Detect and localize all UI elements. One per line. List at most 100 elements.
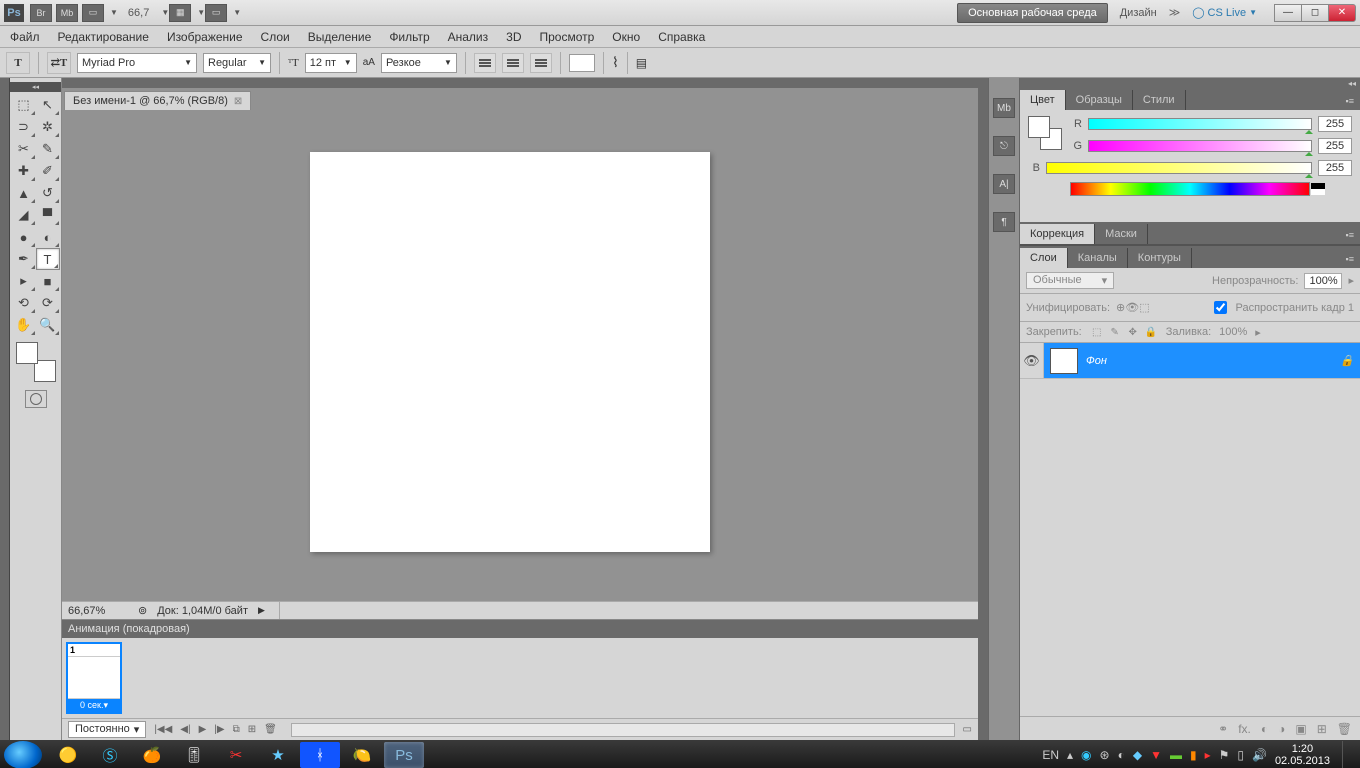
panel-collapse-bar[interactable]: ◂◂ [1020, 78, 1360, 88]
align-right-button[interactable] [530, 53, 552, 73]
tab-masks[interactable]: Маски [1095, 224, 1148, 244]
animation-scrollbar[interactable] [291, 723, 955, 737]
font-size-dropdown[interactable]: 12 пт▼ [305, 53, 357, 73]
opacity-input[interactable]: 100% [1304, 273, 1342, 289]
type-tool[interactable]: T [36, 248, 60, 270]
taskbar-fl-icon[interactable]: 🍋 [342, 742, 382, 768]
r-slider[interactable] [1088, 118, 1312, 130]
tray-icon[interactable]: ◐ [1118, 748, 1125, 762]
chevron-down-icon[interactable]: ▼ [197, 8, 205, 17]
blur-tool[interactable]: ● [12, 226, 36, 248]
toolbox-header[interactable] [10, 82, 61, 92]
toolbox-collapse-strip[interactable] [0, 78, 10, 740]
status-doc-size[interactable]: Док: 1,04M/0 байт [157, 605, 248, 617]
tray-icon[interactable]: ⚑ [1219, 748, 1230, 762]
chevron-down-icon[interactable]: ▼ [110, 8, 118, 17]
tray-icon[interactable]: ▼ [1150, 748, 1162, 762]
cslive-button[interactable]: ◯CS Live▼ [1184, 6, 1265, 19]
path-select-tool[interactable]: ▸ [12, 270, 36, 292]
zoom-tool[interactable]: 🔍 [36, 314, 60, 336]
character-panel-icon[interactable]: ▤ [636, 56, 647, 70]
pen-tool[interactable]: ✒ [12, 248, 36, 270]
shape-tool[interactable]: ■ [36, 270, 60, 292]
menu-file[interactable]: Файл [10, 30, 40, 44]
taskbar-photoshop-icon[interactable]: Ps [384, 742, 424, 768]
quick-select-tool[interactable]: ✲ [36, 116, 60, 138]
hand-tool[interactable]: ✋ [12, 314, 36, 336]
layer-group-icon[interactable]: ▣ [1295, 722, 1306, 736]
minibridge-dock-icon[interactable]: Mb [993, 98, 1015, 118]
align-left-button[interactable] [474, 53, 496, 73]
timeline-mode-button[interactable]: ▭ [963, 724, 972, 735]
paragraph-dock-icon[interactable]: ¶ [993, 212, 1015, 232]
menu-window[interactable]: Окно [612, 30, 640, 44]
adjustment-layer-icon[interactable]: ◑ [1278, 722, 1285, 736]
chevron-down-icon[interactable]: ▼ [233, 8, 241, 17]
tray-icon[interactable]: ◉ [1081, 748, 1091, 762]
b-slider[interactable] [1046, 162, 1312, 174]
fill-flyout-icon[interactable]: ▸ [1255, 326, 1261, 339]
history-brush-tool[interactable]: ↺ [36, 182, 60, 204]
canvas-viewport[interactable] [62, 110, 978, 601]
tray-lang[interactable]: EN [1042, 748, 1059, 762]
next-frame-button[interactable]: |▶ [214, 724, 224, 735]
3d-tool[interactable]: ⟲ [12, 292, 36, 314]
taskbar-flstudio-icon[interactable]: 🍊 [132, 742, 172, 768]
lock-transparency-icon[interactable]: ⬚ [1090, 325, 1104, 339]
delete-layer-icon[interactable]: 🗑 [1337, 722, 1352, 736]
extras-icon[interactable]: ▭ [205, 4, 227, 22]
font-family-dropdown[interactable]: Myriad Pro▼ [77, 53, 197, 73]
lock-all-icon[interactable]: 🔒 [1144, 325, 1158, 339]
new-layer-icon[interactable]: ⊞ [1317, 722, 1327, 736]
unify-visibility-icon[interactable]: 👁 [1125, 302, 1139, 314]
unify-style-icon[interactable]: ⬚ [1139, 302, 1149, 314]
minibridge-icon[interactable]: Mb [56, 4, 78, 22]
taskbar-chrome-icon[interactable]: 🟡 [48, 742, 88, 768]
menu-analysis[interactable]: Анализ [448, 30, 489, 44]
propagate-frame-checkbox[interactable] [1214, 301, 1227, 314]
gradient-tool[interactable]: ▀ [36, 204, 60, 226]
animation-frame[interactable]: 1 0 сек.▾ [66, 642, 122, 714]
b-value[interactable]: 255 [1318, 160, 1352, 176]
link-layers-icon[interactable]: ⚭ [1218, 722, 1228, 736]
layer-fx-icon[interactable]: fx. [1238, 722, 1251, 736]
menu-filter[interactable]: Фильтр [389, 30, 429, 44]
dodge-tool[interactable]: ◐ [36, 226, 60, 248]
taskbar-app2-icon[interactable]: ✂ [216, 742, 256, 768]
tab-styles[interactable]: Стили [1133, 90, 1186, 110]
brush-tool[interactable]: ✐ [36, 160, 60, 182]
status-arrow-icon[interactable]: ▶ [258, 605, 265, 616]
tab-swatches[interactable]: Образцы [1066, 90, 1133, 110]
r-value[interactable]: 255 [1318, 116, 1352, 132]
character-dock-icon[interactable]: A| [993, 174, 1015, 194]
bridge-icon[interactable]: Br [30, 4, 52, 22]
tab-layers[interactable]: Слои [1020, 248, 1068, 268]
panel-menu-icon[interactable]: ▪≡ [1340, 250, 1360, 268]
foreground-color[interactable] [16, 342, 38, 364]
close-button[interactable]: ✕ [1328, 4, 1356, 22]
layer-mask-icon[interactable]: ◐ [1261, 722, 1268, 736]
status-zoom[interactable]: 66,67% [68, 605, 128, 617]
right-collapse-strip[interactable] [978, 78, 988, 740]
frame-delay[interactable]: 0 сек.▾ [68, 699, 120, 712]
taskbar-app3-icon[interactable]: ★ [258, 742, 298, 768]
blend-mode-dropdown[interactable]: Обычные▾ [1026, 272, 1114, 289]
g-value[interactable]: 255 [1318, 138, 1352, 154]
heal-tool[interactable]: ✚ [12, 160, 36, 182]
tray-icon[interactable]: ▬ [1170, 748, 1182, 762]
menu-help[interactable]: Справка [658, 30, 705, 44]
tab-color[interactable]: Цвет [1020, 90, 1066, 110]
menu-edit[interactable]: Редактирование [58, 30, 149, 44]
tray-icon[interactable]: ◆ [1133, 748, 1142, 762]
tab-channels[interactable]: Каналы [1068, 248, 1128, 268]
taskbar-app1-icon[interactable]: 🎚 [174, 742, 214, 768]
lasso-tool[interactable]: ⊃ [12, 116, 36, 138]
chevron-down-icon[interactable]: ▼ [161, 8, 169, 17]
doc-collapse-strip[interactable] [62, 78, 978, 88]
minimize-button[interactable]: — [1274, 4, 1302, 22]
unify-position-icon[interactable]: ⊕ [1116, 302, 1125, 314]
panel-menu-icon[interactable]: ▪≡ [1340, 226, 1360, 244]
layer-lock-icon[interactable]: 🔒 [1340, 354, 1354, 367]
first-frame-button[interactable]: |◀◀ [154, 724, 172, 735]
close-tab-icon[interactable]: ⊠ [234, 96, 242, 107]
